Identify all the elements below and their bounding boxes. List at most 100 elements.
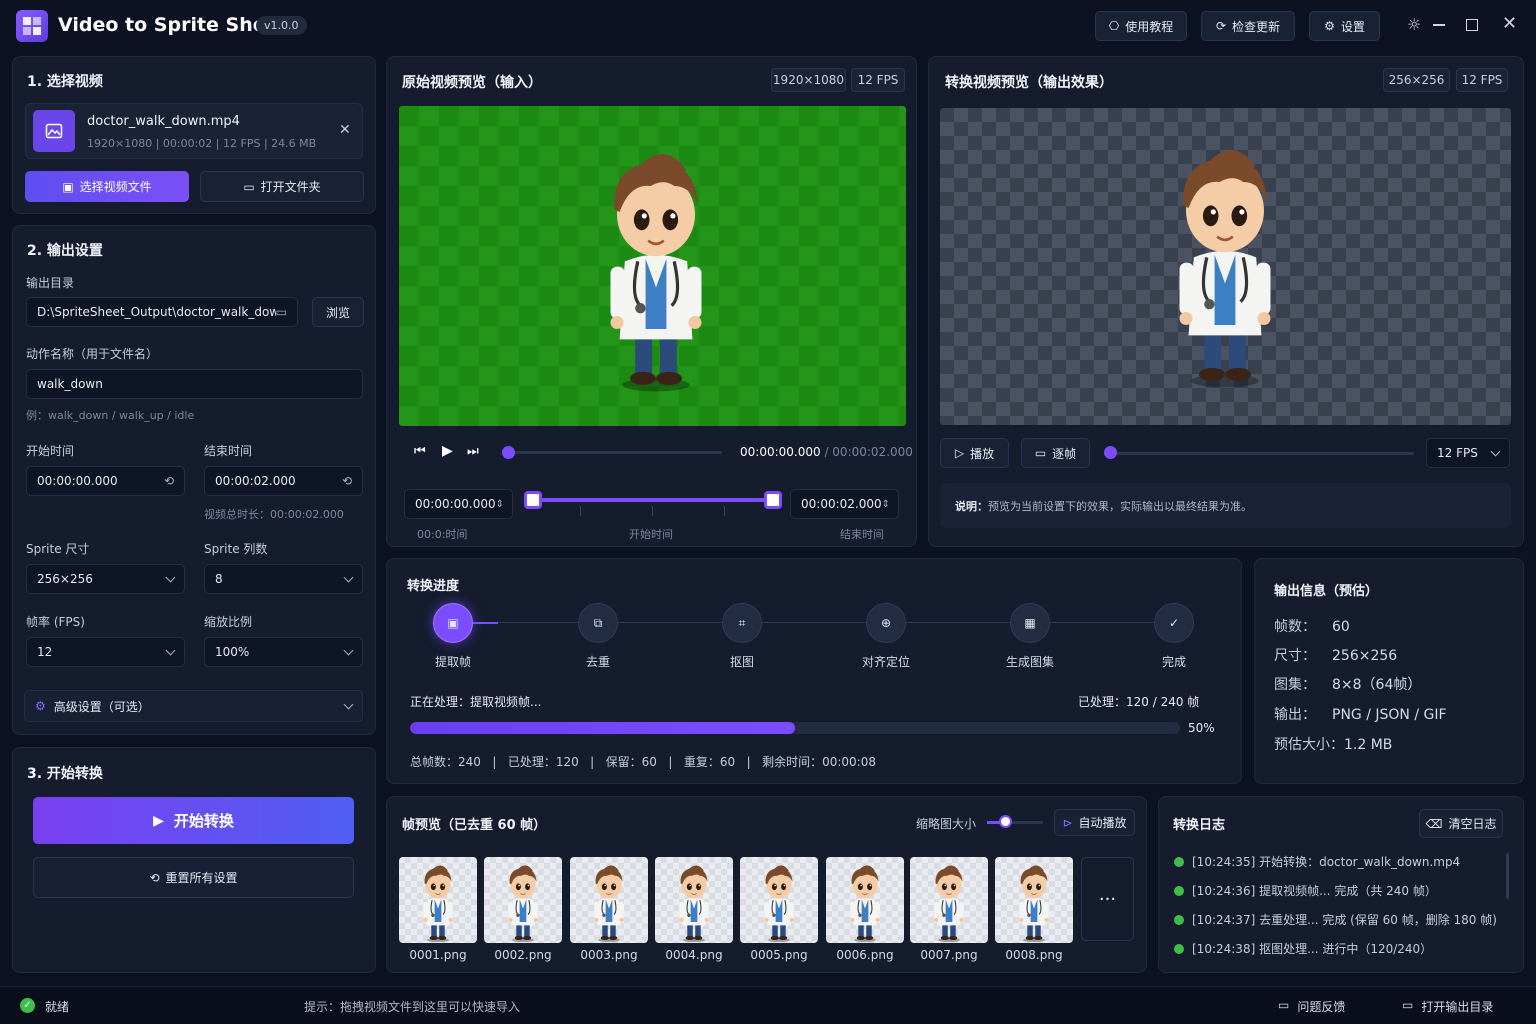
frame-thumbnail[interactable]: [484, 857, 562, 943]
outdir-input[interactable]: D:\SpriteSheet_Output\doctor_walk_down ▭: [26, 297, 298, 327]
end-time-input[interactable]: 00:00:02.000 ⟲: [204, 466, 363, 496]
chevron-down-icon: [343, 699, 354, 709]
frame-filename: 0002.png: [494, 948, 552, 962]
tutorial-button[interactable]: ⎔ 使用教程: [1095, 11, 1187, 41]
settings-button[interactable]: ⚙ 设置: [1309, 11, 1380, 41]
input-seek-handle[interactable]: [502, 446, 515, 459]
start-convert-button[interactable]: ▶ 开始转换: [33, 797, 354, 844]
crop-icon: ⌗: [722, 603, 762, 643]
gear-icon: ⚙: [35, 699, 46, 713]
advanced-settings-toggle[interactable]: ⚙ 高级设置（可选）: [24, 690, 363, 722]
character-sprite: [1160, 130, 1290, 390]
open-output-link[interactable]: ▭ 打开输出目录: [1402, 998, 1493, 1015]
range-track[interactable]: [533, 498, 774, 502]
progress-stats: 总帧数：240 | 已处理：120 | 保留：60 | 重复：60 | 剩余时间…: [410, 755, 876, 769]
select-video-button[interactable]: ▣ 选择视频文件: [25, 171, 189, 202]
open-folder-button[interactable]: ▭ 打开文件夹: [200, 171, 364, 202]
range-tick: [580, 506, 581, 516]
frame-thumbnail[interactable]: [826, 857, 904, 943]
range-end-input[interactable]: 00:00:02.000 ⇕: [790, 489, 899, 519]
output-fps-select[interactable]: 12 FPS: [1426, 438, 1510, 468]
reset-settings-button[interactable]: ⟲ 重置所有设置: [33, 857, 354, 898]
play-icon: ▷: [954, 446, 965, 460]
reset-icon: ⟲: [149, 870, 160, 885]
range-label-zero: 00:0:时间: [417, 528, 468, 541]
action-input[interactable]: walk_down: [26, 369, 363, 399]
folder-icon: ▭: [1402, 998, 1414, 1012]
output-video-canvas: [940, 108, 1511, 425]
sprite-cols-select[interactable]: 8: [204, 564, 363, 594]
frame-thumbnail[interactable]: [995, 857, 1073, 943]
frame-thumbnail[interactable]: [399, 857, 477, 943]
input-resolution-badge: 1920×1080: [771, 68, 846, 92]
frame-thumbnail[interactable]: [655, 857, 733, 943]
output-seek-handle[interactable]: [1104, 446, 1117, 459]
frame-filename: 0003.png: [580, 948, 638, 962]
clear-log-button[interactable]: ⌫ 清空日志: [1419, 809, 1503, 838]
book-icon: ⎔: [1108, 19, 1120, 33]
feedback-link[interactable]: ▭ 问题反馈: [1278, 998, 1345, 1015]
folder-icon[interactable]: ▭: [276, 305, 287, 319]
frame-thumbnail[interactable]: [910, 857, 988, 943]
section2-title: 2. 输出设置: [27, 243, 103, 259]
browse-button[interactable]: 浏览: [312, 297, 364, 327]
chevron-down-icon: [1490, 446, 1501, 456]
skip-forward-icon[interactable]: ⏭: [467, 444, 479, 459]
more-frames-button[interactable]: ···: [1081, 857, 1134, 941]
play-icon[interactable]: ▶: [442, 443, 453, 459]
log-title: 转换日志: [1173, 818, 1226, 833]
range-tick: [724, 506, 725, 516]
log-line: [10:24:35] 开始转换：doctor_walk_down.mp4: [1174, 853, 1460, 870]
frame-icon: ▭: [1034, 446, 1047, 460]
image-icon: ▣: [433, 603, 473, 643]
thumb-size-handle[interactable]: [999, 815, 1012, 828]
end-time-label: 结束时间: [204, 444, 253, 458]
start-time-input[interactable]: 00:00:00.000 ⟲: [26, 466, 185, 496]
chevron-down-icon: [165, 572, 176, 582]
progress-title: 转换进度: [407, 579, 460, 594]
progress-processed: 已处理：120 / 240 帧: [1078, 695, 1200, 709]
scale-label: 缩放比例: [204, 615, 253, 629]
sprite-size-select[interactable]: 256×256: [26, 564, 185, 594]
info-row-size: 尺寸： 256×256: [1274, 648, 1398, 664]
spinner-icon[interactable]: ⇕: [496, 499, 504, 510]
range-start-handle[interactable]: [524, 491, 542, 509]
start-time-label: 开始时间: [26, 444, 75, 458]
gear-icon: ⚙: [1324, 19, 1335, 33]
spinner-icon[interactable]: ⇕: [882, 499, 890, 510]
check-update-button[interactable]: ⟳ 检查更新: [1201, 11, 1295, 41]
close-window-icon[interactable]: ✕: [1502, 13, 1517, 34]
input-time-readout: 00:00:00.000 / 00:00:02.000: [740, 445, 913, 459]
theme-toggle-icon[interactable]: ☼: [1407, 15, 1421, 34]
scale-select[interactable]: 100%: [204, 637, 363, 667]
info-row-est-size: 预估大小：1.2 MB: [1274, 737, 1393, 753]
fps-select[interactable]: 12: [26, 637, 185, 667]
thumb-size-track[interactable]: [987, 821, 1043, 824]
minimize-icon[interactable]: [1433, 24, 1445, 26]
input-seek-track[interactable]: [508, 451, 722, 454]
output-play-button[interactable]: ▷ 播放: [940, 438, 1009, 468]
frame-thumbnail[interactable]: [570, 857, 648, 943]
video-file-icon: [33, 110, 75, 152]
step-frame-button[interactable]: ▭ 逐帧: [1021, 438, 1090, 468]
range-end-handle[interactable]: [764, 491, 782, 509]
frame-filename: 0008.png: [1005, 948, 1063, 962]
range-start-input[interactable]: 00:00:00.000 ⇕: [404, 489, 513, 519]
info-row-frames: 帧数： 60: [1274, 619, 1350, 635]
character-sprite: [591, 134, 721, 394]
remove-file-icon[interactable]: ✕: [339, 122, 351, 138]
log-scrollbar[interactable]: [1506, 853, 1509, 899]
chevron-down-icon: [165, 645, 176, 655]
skip-back-icon[interactable]: ⏮: [414, 444, 426, 459]
output-seek-track[interactable]: [1110, 452, 1414, 455]
frame-filename: 0007.png: [920, 948, 978, 962]
frame-thumbnail[interactable]: [740, 857, 818, 943]
progress-fill: [410, 722, 795, 734]
file-meta: 1920×1080 | 00:00:02 | 12 FPS | 24.6 MB: [87, 137, 317, 150]
maximize-icon[interactable]: [1466, 19, 1478, 31]
autoplay-button[interactable]: ⊳ 自动播放: [1054, 809, 1135, 836]
spinner-icon[interactable]: ⟲: [342, 474, 352, 488]
input-fps-badge: 12 FPS: [851, 68, 905, 92]
step-done: ✓ 完成: [1134, 603, 1214, 670]
spinner-icon[interactable]: ⟲: [164, 474, 174, 488]
